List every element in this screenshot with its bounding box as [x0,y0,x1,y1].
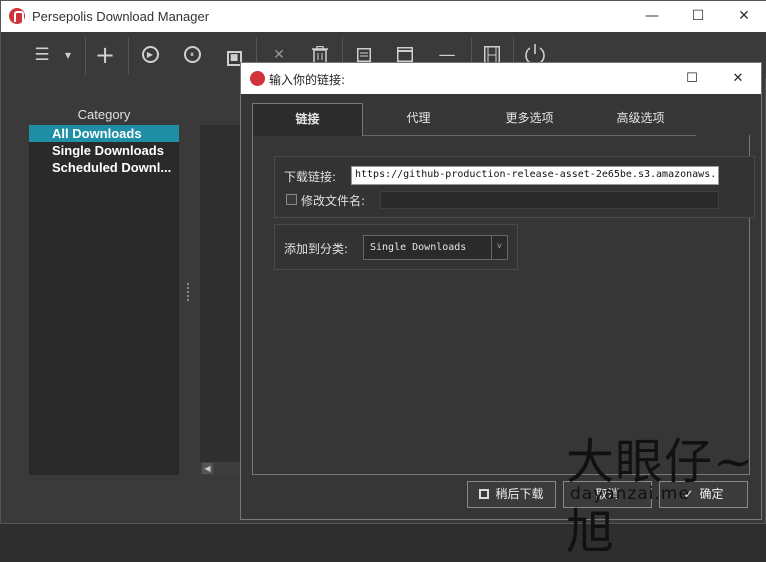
category-item-single-downloads[interactable]: Single Downloads [29,142,179,159]
persepolis-logo-icon [250,71,265,86]
chevron-down-icon: ˅ [491,236,507,259]
watermark-domain: dayanzai.me [570,484,690,504]
category-select[interactable]: Single Downloads ˅ [363,235,508,260]
minimize-button[interactable]: — [629,1,675,32]
category-heading: Category [77,107,131,122]
window-title: Persepolis Download Manager [32,9,210,24]
rename-label: 修改文件名: [301,194,366,208]
tab-more-options[interactable]: 更多选项 [474,103,585,136]
link-input[interactable]: https://github-production-release-asset-… [351,166,719,185]
rename-checkbox[interactable] [286,194,297,205]
tab-link[interactable]: 链接 [252,103,363,136]
rename-input[interactable] [380,191,719,209]
category-list: All Downloads Single Downloads Scheduled… [29,125,179,475]
link-group: 下载链接: https://github-production-release-… [274,156,755,218]
tab-proxy[interactable]: 代理 [363,103,474,136]
category-select-value: Single Downloads [370,242,467,253]
close-button[interactable]: ✕ [721,1,766,32]
pause-icon[interactable]: ⏸ [178,41,206,69]
dialog-titlebar: 输入你的链接: ☐ ✕ [241,63,761,94]
main-titlebar: Persepolis Download Manager — ☐ ✕ [1,1,766,32]
link-label: 下载链接: [284,170,337,184]
dialog-title: 输入你的链接: [269,73,346,87]
toolbar-separator [128,37,129,75]
persepolis-logo-icon [9,8,25,24]
dialog-maximize-button[interactable]: ☐ [669,63,715,94]
category-group: 添加到分类: Single Downloads ˅ [274,224,518,270]
add-to-category-label: 添加到分类: [284,242,349,256]
add-link-icon[interactable]: + [91,41,119,69]
watermark: 大眼仔~旭 dayanzai.me [566,422,756,560]
category-item-all-downloads[interactable]: All Downloads [29,125,179,142]
splitter-handle[interactable] [187,283,191,301]
download-later-button[interactable]: 稍后下载 [467,481,556,508]
scroll-left-icon[interactable]: ◀ [202,463,213,474]
tab-advanced-options[interactable]: 高级选项 [585,103,696,136]
dialog-tabs: 链接 代理 更多选项 高级选项 [252,103,696,136]
resume-icon[interactable]: ▶ [136,41,164,69]
category-item-scheduled-downloads[interactable]: Scheduled Downl... [29,159,179,176]
stop-square-icon [479,489,490,499]
dialog-close-button[interactable]: ✕ [715,63,761,94]
maximize-button[interactable]: ☐ [675,1,721,32]
toolbar-separator [85,37,86,75]
chevron-down-icon[interactable]: ▾ [61,41,75,69]
menu-icon[interactable]: ☰ [28,41,56,69]
